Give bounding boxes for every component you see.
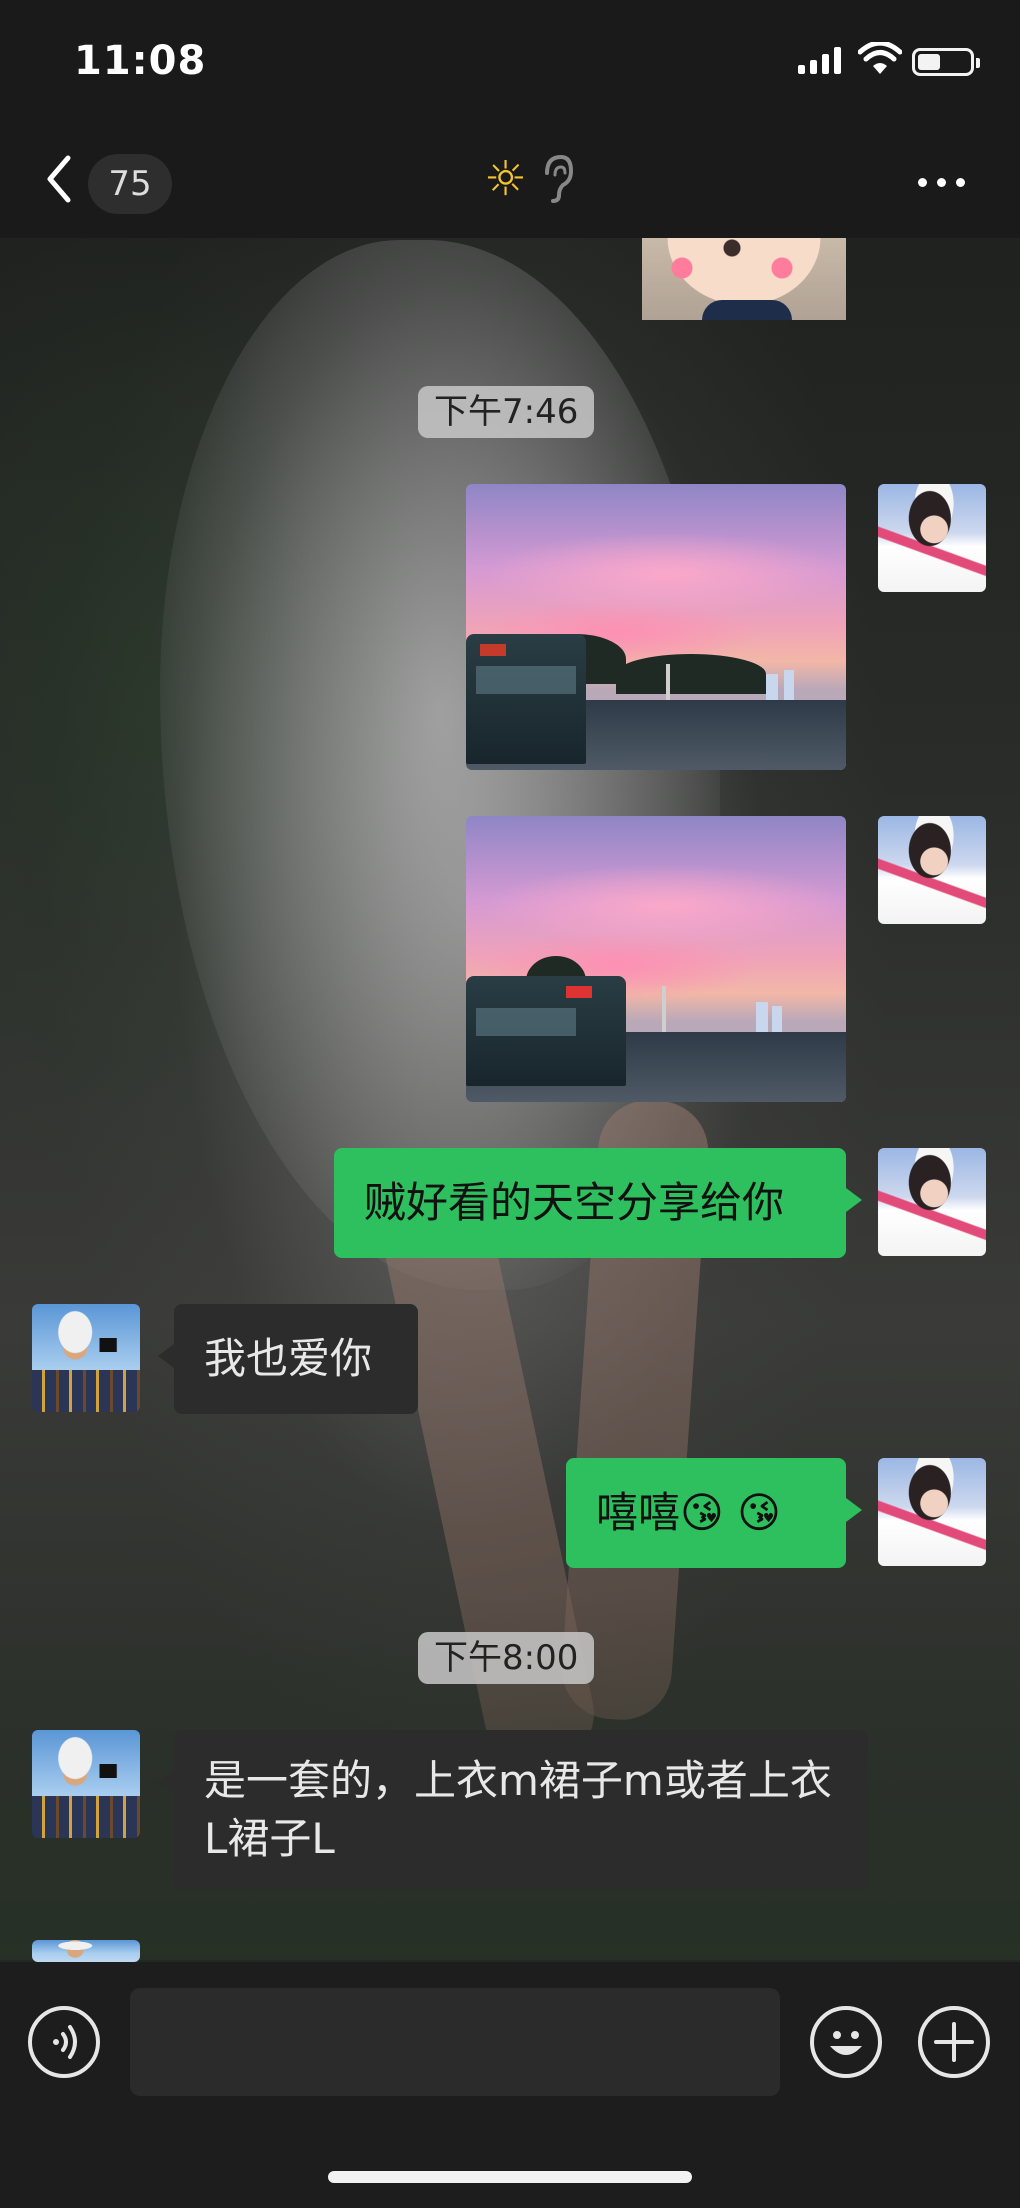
chat-status-icons: ☼	[484, 150, 575, 208]
more-actions-button[interactable]	[918, 2006, 990, 2078]
plus-icon	[934, 2022, 974, 2062]
message-image-partial[interactable]	[642, 238, 846, 320]
voice-input-button[interactable]	[28, 2006, 100, 2078]
status-time: 11:08	[74, 38, 207, 84]
emoji-button[interactable]	[810, 2006, 882, 2078]
chat-header: 75 ☼	[0, 120, 1020, 238]
unread-count-badge[interactable]: 75	[88, 154, 172, 214]
chat-screen: 11:08 75 ☼ 下午7:46 贼好看的天空分享给你 我也爱你 嘻嘻😘 😘 …	[0, 0, 1020, 2208]
timestamp: 下午7:46	[418, 386, 595, 438]
voice-icon	[53, 2025, 77, 2059]
timestamp: 下午8:00	[418, 1632, 595, 1684]
contact-avatar[interactable]	[32, 1940, 140, 1962]
battery-icon	[912, 48, 980, 76]
my-avatar[interactable]	[878, 1458, 986, 1566]
contact-avatar[interactable]	[32, 1730, 140, 1838]
cellular-signal-icon	[798, 46, 841, 74]
back-button[interactable]	[40, 150, 80, 208]
emoji-icon	[830, 2031, 862, 2055]
message-image[interactable]	[466, 816, 846, 1102]
wifi-icon	[858, 42, 902, 74]
home-indicator	[328, 2171, 692, 2183]
message-bubble-sent[interactable]: 贼好看的天空分享给你	[334, 1148, 862, 1258]
message-image[interactable]	[466, 484, 846, 770]
message-input[interactable]	[130, 1988, 780, 2096]
contact-avatar[interactable]	[32, 1304, 140, 1412]
sun-icon: ☼	[484, 151, 528, 207]
my-avatar[interactable]	[878, 484, 986, 592]
message-bubble-sent[interactable]: 嘻嘻😘 😘	[566, 1458, 862, 1568]
message-bubble-received[interactable]: 是一套的，上衣m裙子m或者上衣L裙子L	[158, 1730, 868, 1890]
my-avatar[interactable]	[878, 1148, 986, 1256]
my-avatar[interactable]	[878, 816, 986, 924]
ear-icon	[545, 154, 574, 203]
message-bubble-received[interactable]: 我也爱你	[158, 1304, 418, 1414]
status-bar: 11:08	[0, 0, 1020, 120]
more-options-button[interactable]	[918, 178, 965, 187]
